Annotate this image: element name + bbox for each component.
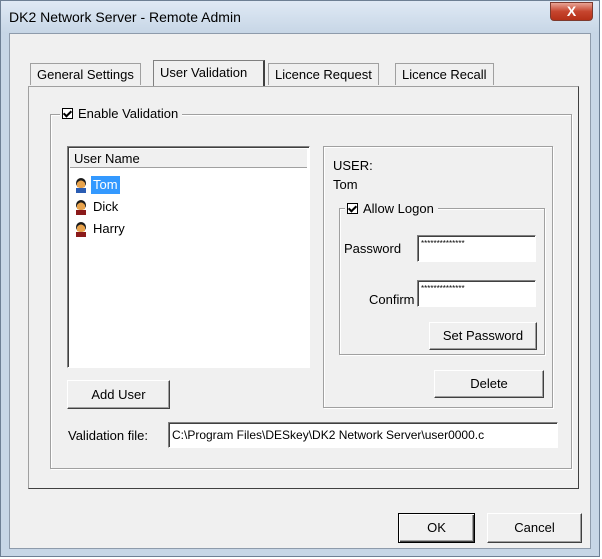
user-row-harry[interactable]: Harry [74,219,127,239]
close-button[interactable]: X [550,2,593,21]
delete-button[interactable]: Delete [434,370,544,398]
cancel-button[interactable]: Cancel [487,513,582,543]
user-list[interactable]: User Name Tom Dick Harry [67,146,310,368]
user-row-tom[interactable]: Tom [74,175,120,195]
enable-validation-label[interactable]: Enable Validation [78,106,178,121]
enable-validation-legend: Enable Validation [60,106,183,121]
tab-general-settings[interactable]: General Settings [30,63,141,85]
enable-validation-checkbox[interactable] [62,108,73,119]
validation-file-label: Validation file: [68,428,148,443]
title-bar[interactable]: DK2 Network Server - Remote Admin X [1,1,599,33]
validation-file-field[interactable]: C:\Program Files\DESkey\DK2 Network Serv… [168,422,558,448]
tab-licence-recall[interactable]: Licence Recall [395,63,494,85]
user-icon [76,200,86,215]
allow-logon-checkbox[interactable] [347,203,358,214]
user-heading: USER: [333,158,373,173]
add-user-button[interactable]: Add User [67,380,170,409]
confirm-field[interactable]: ************** [417,280,536,307]
user-name-column-header: User Name [74,151,140,166]
user-icon [76,222,86,237]
password-label: Password [344,241,402,256]
window-title: DK2 Network Server - Remote Admin [9,9,241,25]
user-name-value: Tom [333,177,358,192]
set-password-button[interactable]: Set Password [429,322,537,350]
tab-licence-request[interactable]: Licence Request [268,63,379,85]
ok-button[interactable]: OK [398,513,475,543]
tab-user-validation[interactable]: User Validation [153,60,265,86]
user-list-header[interactable]: User Name [70,149,307,168]
close-icon: X [566,3,577,19]
confirm-label: Confirm [369,292,415,307]
user-row-dick[interactable]: Dick [74,197,120,217]
allow-logon-label[interactable]: Allow Logon [363,201,434,216]
user-icon [76,178,86,193]
password-field[interactable]: ************** [417,235,536,262]
allow-logon-legend: Allow Logon [345,201,438,216]
